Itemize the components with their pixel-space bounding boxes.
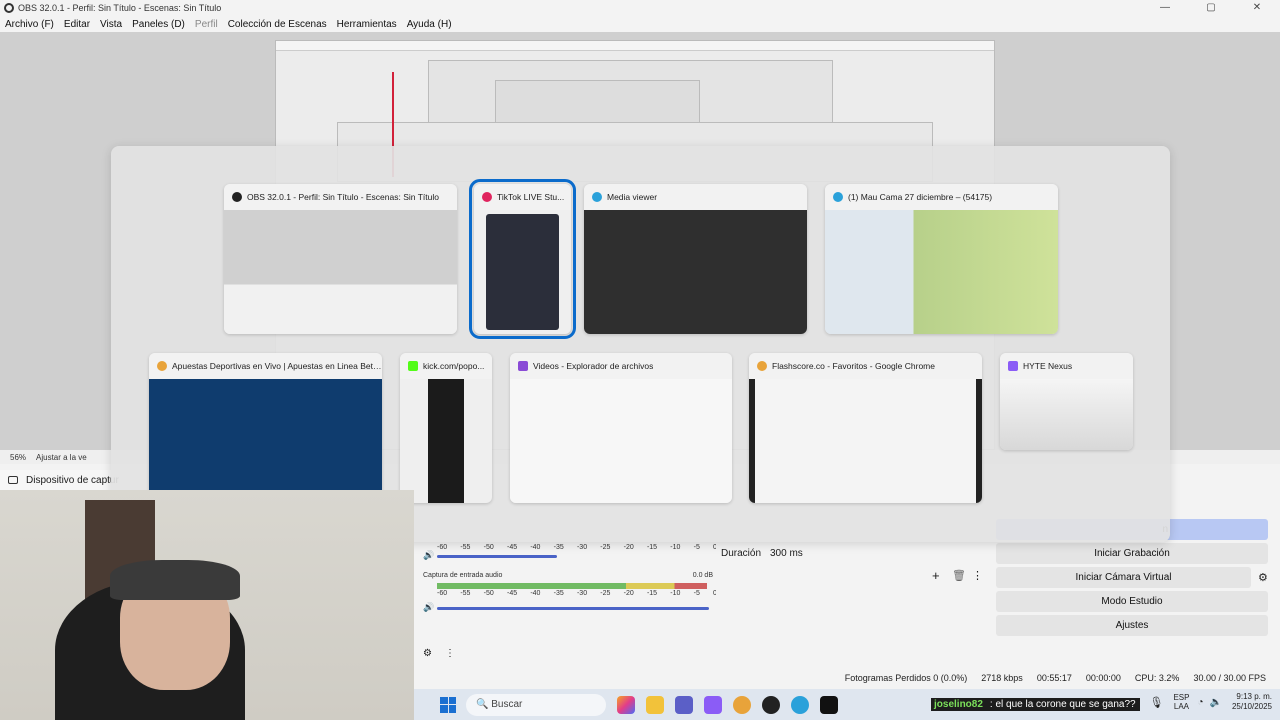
menu-vista[interactable]: Vista xyxy=(100,19,122,30)
window-card-betplay[interactable]: Apuestas Deportivas en Vivo | Apuestas e… xyxy=(149,353,382,503)
camera-icon xyxy=(8,476,18,484)
menu-paneles[interactable]: Paneles (D) xyxy=(132,19,185,30)
chat-username: joselino82 xyxy=(931,697,986,711)
menu-coleccion-escenas[interactable]: Colección de Escenas xyxy=(228,19,327,30)
window-card-telegram-chat[interactable]: (1) Mau Cama 27 diciembre – (54175) xyxy=(825,184,1058,334)
settings-button[interactable]: Ajustes xyxy=(996,615,1268,636)
language-indicator[interactable]: ESP LAA xyxy=(1173,693,1189,711)
menu-ayuda[interactable]: Ayuda (H) xyxy=(407,19,452,30)
hyte-icon xyxy=(1008,361,1018,371)
live-timer: 00:55:17 xyxy=(1036,673,1072,683)
window-card-flashscore[interactable]: Flashscore.co - Favoritos - Google Chrom… xyxy=(749,353,982,503)
chat-overlay: joselino82 : el que la corone que se gan… xyxy=(931,695,1140,713)
zoom-fit-control[interactable]: Ajustar a la ve xyxy=(36,453,87,462)
meter-ticks-top: -60 -55 -50 -45 -40 -35 -30 -25 -20 -15 -10 -5 0 xyxy=(437,543,717,551)
audio-mixer-dock: -60 -55 -50 -45 -40 -35 -30 -25 -20 -15 -10 -5 0 🔊 C… xyxy=(415,540,717,665)
source-label: Dispositivo de captur xyxy=(26,474,119,486)
chrome-icon xyxy=(157,361,167,371)
hyte-taskbar-icon[interactable] xyxy=(704,695,722,714)
teams-icon[interactable] xyxy=(675,695,693,714)
obs-logo-icon xyxy=(4,3,14,13)
clock[interactable]: 9:13 p. m. 25/10/2025 xyxy=(1232,692,1272,712)
volume-icon-2[interactable]: 🔊 xyxy=(423,602,434,613)
close-button[interactable]: ✕ xyxy=(1234,0,1280,16)
obs-taskbar-icon[interactable] xyxy=(762,695,780,714)
duration-label: Duración xyxy=(721,548,762,559)
minimize-button[interactable]: — xyxy=(1142,0,1188,16)
windows-start-icon[interactable] xyxy=(440,696,456,713)
transition-more-icon[interactable]: ⋮ xyxy=(972,569,983,582)
volume-icon[interactable]: 🔊 xyxy=(423,550,434,561)
studio-mode-button[interactable]: Modo Estudio xyxy=(996,591,1268,612)
window-card-tiktok[interactable]: TikTok LIVE Stu... xyxy=(469,179,576,339)
kick-icon xyxy=(408,361,418,371)
system-tray: 🎙 ESP LAA ◔ 🔈 9:13 p. m. 25/10/2025 xyxy=(1149,692,1272,712)
task-switcher: OBS 32.0.1 - Perfil: Sin Título - Escena… xyxy=(111,146,1170,542)
chrome-taskbar-icon[interactable] xyxy=(733,695,751,714)
obs-icon xyxy=(232,192,242,202)
window-card-file-explorer[interactable]: Videos - Explorador de archivos xyxy=(510,353,732,503)
taskbar-search[interactable]: 🔍 Buscar xyxy=(466,693,606,716)
tiktok-taskbar-icon[interactable] xyxy=(820,695,838,714)
mixer-settings-icon[interactable]: ⚙ xyxy=(423,648,432,659)
window-card-obs[interactable]: OBS 32.0.1 - Perfil: Sin Título - Escena… xyxy=(224,184,457,334)
bitrate: 2718 kbps xyxy=(981,673,1023,683)
speaker-icon[interactable]: 🔈 xyxy=(1210,697,1222,708)
rec-timer: 00:00:00 xyxy=(1085,673,1121,683)
delete-transition-icon[interactable]: 🗑 xyxy=(952,569,966,582)
mic-icon[interactable]: 🎙 xyxy=(1149,696,1163,709)
virtual-camera-settings-icon[interactable]: ⚙ xyxy=(1258,571,1268,584)
tiktok-icon xyxy=(482,192,492,202)
dropped-frames: Fotogramas Perdidos 0 (0.0%) xyxy=(844,673,968,683)
copilot-icon[interactable] xyxy=(617,695,635,714)
telegram-icon xyxy=(833,192,843,202)
audio-channel-db: 0.0 dB xyxy=(692,571,713,579)
window-title: OBS 32.0.1 - Perfil: Sin Título - Escena… xyxy=(18,3,222,13)
add-transition-icon[interactable]: + xyxy=(932,568,940,583)
start-recording-button[interactable]: Iniciar Grabación xyxy=(996,543,1268,564)
webcam-feed xyxy=(0,490,414,720)
telegram-icon xyxy=(592,192,602,202)
fps-counter: 30.00 / 30.00 FPS xyxy=(1193,673,1266,683)
mixer-more-icon[interactable]: ⋮ xyxy=(445,648,455,659)
status-bar: Fotogramas Perdidos 0 (0.0%) 2718 kbps 0… xyxy=(414,667,1280,689)
volume-slider-2[interactable] xyxy=(437,607,709,610)
virtual-camera-button[interactable]: Iniciar Cámara Virtual xyxy=(996,567,1251,588)
menu-herramientas[interactable]: Herramientas xyxy=(337,19,397,30)
window-controls: — ▢ ✕ xyxy=(1142,0,1280,16)
obs-titlebar: OBS 32.0.1 - Perfil: Sin Título - Escena… xyxy=(0,0,1280,16)
cpu-usage: CPU: 3.2% xyxy=(1134,673,1180,683)
chrome-icon xyxy=(757,361,767,371)
window-card-media-viewer[interactable]: Media viewer xyxy=(584,184,807,334)
zoom-level[interactable]: 56% xyxy=(10,453,26,462)
meter-ticks-bottom: -60 -55 -50 -45 -40 -35 -30 -25 -20 -15 -10 -5 0 xyxy=(437,589,717,597)
video-folder-icon xyxy=(518,361,528,371)
maximize-button[interactable]: ▢ xyxy=(1188,0,1234,16)
menu-archivo[interactable]: Archivo (F) xyxy=(5,19,54,30)
menu-editar[interactable]: Editar xyxy=(64,19,90,30)
duration-value[interactable]: 300 ms xyxy=(770,548,803,559)
menu-bar: Archivo (F) Editar Vista Paneles (D) Per… xyxy=(0,16,1280,32)
chat-message: : el que la corone que se gana?? xyxy=(985,697,1140,711)
menu-perfil[interactable]: Perfil xyxy=(195,19,218,30)
volume-slider-1[interactable] xyxy=(437,555,557,558)
file-explorer-icon[interactable] xyxy=(646,695,664,714)
telegram-taskbar-icon[interactable] xyxy=(791,695,809,714)
audio-channel-label: Captura de entrada audio xyxy=(423,571,503,579)
wifi-icon[interactable]: ◔ xyxy=(1197,697,1203,708)
transitions-dock: Duración 300 ms + 🗑 ⋮ xyxy=(716,540,991,665)
audio-channel-header: Captura de entrada audio 0.0 dB xyxy=(423,570,713,580)
window-card-hyte[interactable]: HYTE Nexus xyxy=(1000,353,1133,450)
window-card-kick[interactable]: kick.com/popo... xyxy=(400,353,492,503)
